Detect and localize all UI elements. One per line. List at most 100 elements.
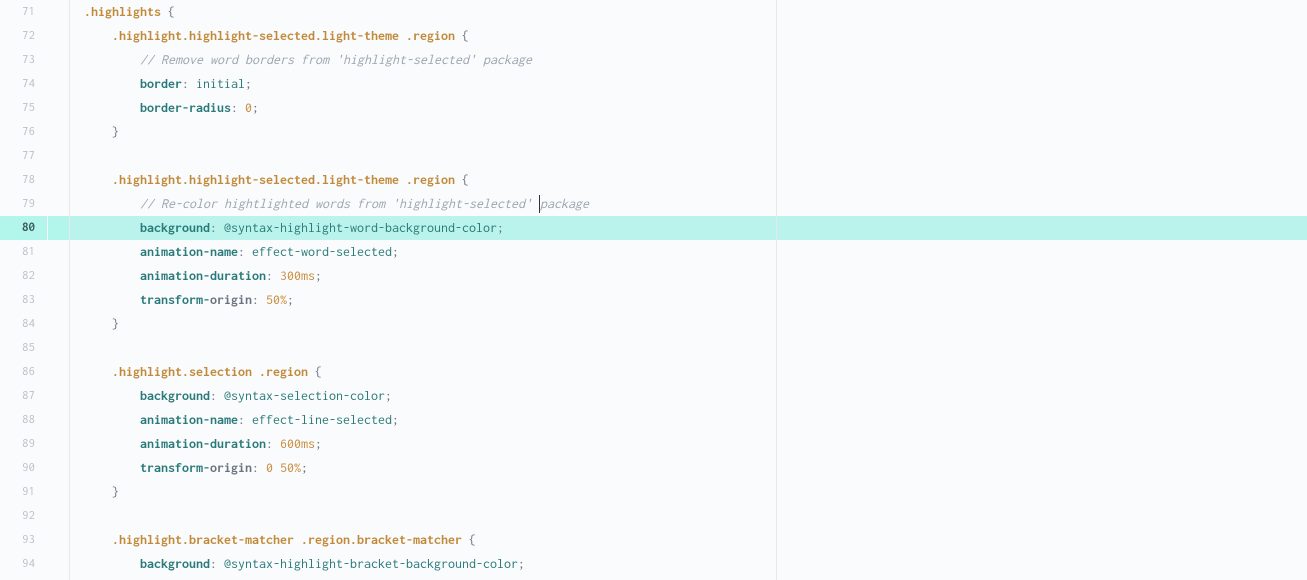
fold-cell bbox=[48, 360, 69, 384]
line-number[interactable]: 81 bbox=[0, 240, 35, 264]
token-prop: background bbox=[140, 220, 210, 235]
line-number[interactable]: 85 bbox=[0, 336, 35, 360]
token-brace: { bbox=[462, 172, 469, 187]
line-number[interactable]: 94 bbox=[0, 552, 35, 576]
line-number[interactable]: 76 bbox=[0, 120, 35, 144]
token-punct: : bbox=[252, 292, 266, 307]
fold-cell bbox=[48, 72, 69, 96]
line-number[interactable]: 75 bbox=[0, 96, 35, 120]
token-punct: : bbox=[210, 556, 224, 571]
line-number[interactable]: 91 bbox=[0, 480, 35, 504]
code-line[interactable]: animation-name: effect-line-selected; bbox=[70, 408, 1307, 432]
code-line[interactable]: border-radius: 0; bbox=[70, 96, 1307, 120]
code-line[interactable] bbox=[70, 144, 1307, 168]
token-plain bbox=[399, 172, 406, 187]
line-number[interactable]: 72 bbox=[0, 24, 35, 48]
token-brace: { bbox=[168, 4, 175, 19]
fold-cell bbox=[48, 216, 69, 240]
code-line[interactable]: // Re-color hightlighted words from 'hig… bbox=[70, 192, 1307, 216]
line-number[interactable]: 84 bbox=[0, 312, 35, 336]
code-line[interactable]: .highlight.selection .region { bbox=[70, 360, 1307, 384]
code-line[interactable]: .highlight.highlight-selected.light-them… bbox=[70, 168, 1307, 192]
token-prop: background bbox=[140, 388, 210, 403]
token-plain bbox=[455, 28, 462, 43]
code-line[interactable]: } bbox=[70, 312, 1307, 336]
fold-cell bbox=[48, 288, 69, 312]
token-brace: } bbox=[112, 316, 119, 331]
token-punct: ; bbox=[301, 460, 308, 475]
token-cmt: package bbox=[540, 196, 589, 211]
line-number-gutter[interactable]: 7172737475767778798081828384858687888990… bbox=[0, 0, 48, 580]
token-prop: border-radius bbox=[140, 100, 231, 115]
code-line[interactable]: transform-origin: 0 50%; bbox=[70, 456, 1307, 480]
token-sel: .highlight.highlight-selected.light-them… bbox=[112, 28, 399, 43]
token-punct: ; bbox=[385, 388, 392, 403]
line-number[interactable]: 89 bbox=[0, 432, 35, 456]
line-number[interactable]: 79 bbox=[0, 192, 35, 216]
token-punct: ; bbox=[252, 100, 259, 115]
fold-cell bbox=[48, 120, 69, 144]
line-number[interactable]: 88 bbox=[0, 408, 35, 432]
code-line[interactable]: border: initial; bbox=[70, 72, 1307, 96]
code-line[interactable]: .highlight.highlight-selected.light-them… bbox=[70, 24, 1307, 48]
code-line[interactable]: } bbox=[70, 120, 1307, 144]
token-plain bbox=[161, 4, 168, 19]
token-punct: ; bbox=[392, 412, 399, 427]
token-prop: animation-name bbox=[140, 244, 238, 259]
line-number[interactable]: 93 bbox=[0, 528, 35, 552]
line-number[interactable]: 71 bbox=[0, 0, 35, 24]
token-num: 0 bbox=[245, 100, 252, 115]
code-line[interactable]: background: @syntax-highlight-word-backg… bbox=[70, 216, 1307, 240]
fold-cell bbox=[48, 408, 69, 432]
token-num: 50% bbox=[266, 292, 287, 307]
token-punct: ; bbox=[245, 76, 252, 91]
code-line[interactable]: animation-duration: 300ms; bbox=[70, 264, 1307, 288]
token-punct: ; bbox=[287, 292, 294, 307]
fold-cell bbox=[48, 312, 69, 336]
line-number[interactable]: 80 bbox=[0, 216, 47, 240]
fold-cell bbox=[48, 552, 69, 576]
line-number[interactable]: 82 bbox=[0, 264, 35, 288]
token-var: @syntax-highlight-bracket-background-col… bbox=[224, 556, 518, 571]
fold-gutter[interactable] bbox=[48, 0, 70, 580]
line-number[interactable]: 77 bbox=[0, 144, 35, 168]
token-plain bbox=[294, 532, 301, 547]
token-brace: } bbox=[112, 484, 119, 499]
line-number[interactable]: 83 bbox=[0, 288, 35, 312]
line-number[interactable]: 92 bbox=[0, 504, 35, 528]
line-number[interactable]: 74 bbox=[0, 72, 35, 96]
code-line[interactable] bbox=[70, 336, 1307, 360]
code-line[interactable]: // Remove word borders from 'highlight-s… bbox=[70, 48, 1307, 72]
code-line[interactable] bbox=[70, 504, 1307, 528]
token-punct: : bbox=[238, 244, 252, 259]
line-number[interactable]: 90 bbox=[0, 456, 35, 480]
code-line[interactable]: transform-origin: 50%; bbox=[70, 288, 1307, 312]
code-line[interactable]: animation-duration: 600ms; bbox=[70, 432, 1307, 456]
token-sel: .region bbox=[259, 364, 308, 379]
token-sel: .highlights bbox=[84, 4, 161, 19]
token-num: 600ms bbox=[280, 436, 315, 451]
code-editor[interactable]: .highlights { .highlight.highlight-selec… bbox=[70, 0, 1307, 580]
line-number[interactable]: 73 bbox=[0, 48, 35, 72]
code-line[interactable]: background: @syntax-highlight-bracket-ba… bbox=[70, 552, 1307, 576]
code-line[interactable]: .highlight.bracket-matcher .region.brack… bbox=[70, 528, 1307, 552]
token-plain bbox=[252, 364, 259, 379]
token-num: 300ms bbox=[280, 268, 315, 283]
line-number[interactable]: 78 bbox=[0, 168, 35, 192]
code-line[interactable]: } bbox=[70, 480, 1307, 504]
fold-cell bbox=[48, 384, 69, 408]
code-line[interactable]: animation-name: effect-word-selected; bbox=[70, 240, 1307, 264]
code-line[interactable]: .highlights { bbox=[70, 0, 1307, 24]
token-plain bbox=[462, 532, 469, 547]
token-brace: { bbox=[462, 28, 469, 43]
line-number[interactable]: 87 bbox=[0, 384, 35, 408]
line-number[interactable]: 86 bbox=[0, 360, 35, 384]
fold-cell bbox=[48, 240, 69, 264]
fold-cell bbox=[48, 0, 69, 24]
token-prop: background bbox=[140, 556, 210, 571]
code-line[interactable]: background: @syntax-selection-color; bbox=[70, 384, 1307, 408]
fold-cell bbox=[48, 144, 69, 168]
fold-cell bbox=[48, 456, 69, 480]
fold-cell bbox=[48, 24, 69, 48]
wrap-guide bbox=[776, 0, 777, 580]
